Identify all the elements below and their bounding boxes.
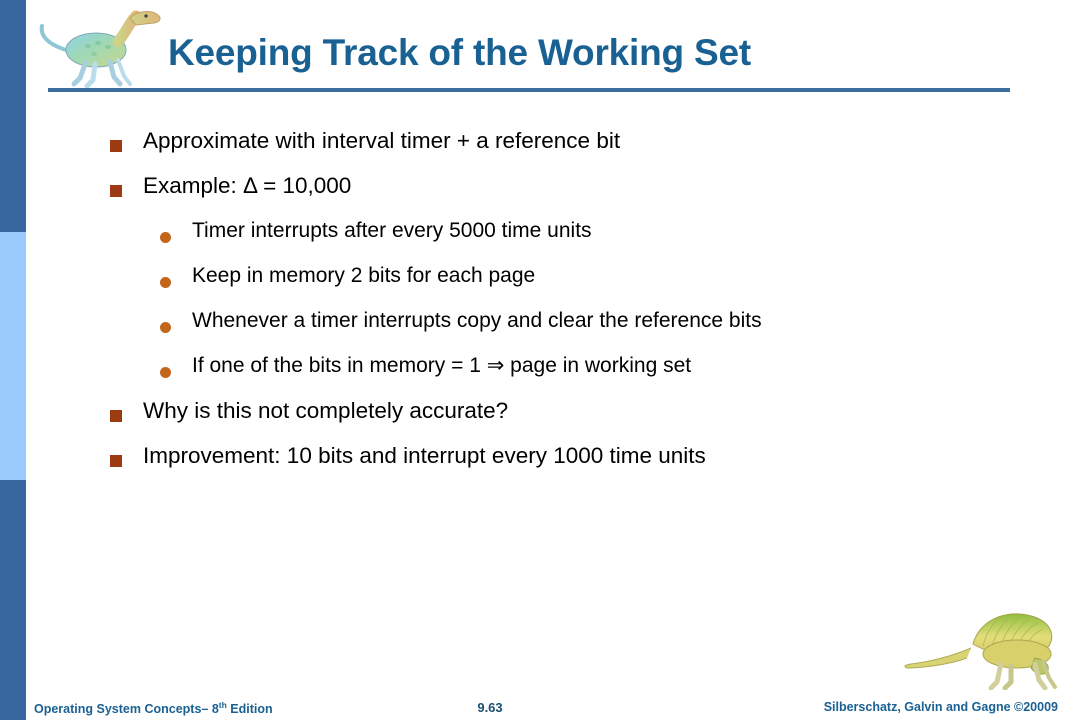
footer-edition-ordinal: th [218, 700, 227, 710]
list-item-label: Approximate with interval timer + a refe… [143, 128, 621, 153]
list-item: Approximate with interval timer + a refe… [0, 128, 1080, 173]
list-item-label: Whenever a timer interrupts copy and cle… [192, 309, 762, 332]
list-item: Improvement: 10 bits and interrupt every… [0, 443, 1080, 488]
dot-bullet-icon [160, 367, 171, 378]
square-bullet-icon [110, 455, 122, 467]
list-item-label: If one of the bits in memory = 1 ⇒ page … [192, 354, 692, 377]
list-item: Why is this not completely accurate? [0, 398, 1080, 443]
slide: Keeping Track of the Working Set Approxi… [0, 0, 1080, 720]
title-underline [48, 88, 1010, 92]
footer-edition-suffix: Edition [226, 702, 273, 717]
dot-bullet-icon [160, 322, 171, 333]
list-item-label: Why is this not completely accurate? [143, 398, 509, 423]
dinosaur-icon [895, 602, 1075, 691]
page-number: 9.63 [477, 700, 503, 715]
dot-bullet-icon [160, 232, 171, 243]
list-item: Whenever a timer interrupts copy and cle… [0, 308, 1080, 353]
list-item: Example: Δ = 10,000 [0, 173, 1080, 218]
square-bullet-icon [110, 185, 122, 197]
list-item-label: Keep in memory 2 bits for each page [192, 264, 536, 287]
dinosaur-icon [38, 2, 166, 89]
square-bullet-icon [110, 410, 122, 422]
list-item: Keep in memory 2 bits for each page [0, 263, 1080, 308]
page-title: Keeping Track of the Working Set [168, 32, 751, 73]
list-item: Timer interrupts after every 5000 time u… [0, 218, 1080, 263]
list-item: If one of the bits in memory = 1 ⇒ page … [0, 353, 1080, 398]
sidebar-band-bottom [0, 480, 26, 720]
dot-bullet-icon [160, 277, 171, 288]
list-item-label: Example: Δ = 10,000 [143, 173, 352, 198]
footer-edition: Operating System Concepts– 8th Edition [34, 700, 273, 716]
footer-edition-prefix: Operating System Concepts– 8 [34, 702, 219, 717]
bullet-list: Approximate with interval timer + a refe… [0, 128, 1080, 488]
footer-copyright: Silberschatz, Galvin and Gagne ©20009 [823, 700, 1058, 714]
list-item-label: Timer interrupts after every 5000 time u… [192, 219, 592, 242]
list-item-label: Improvement: 10 bits and interrupt every… [143, 443, 706, 468]
square-bullet-icon [110, 140, 122, 152]
